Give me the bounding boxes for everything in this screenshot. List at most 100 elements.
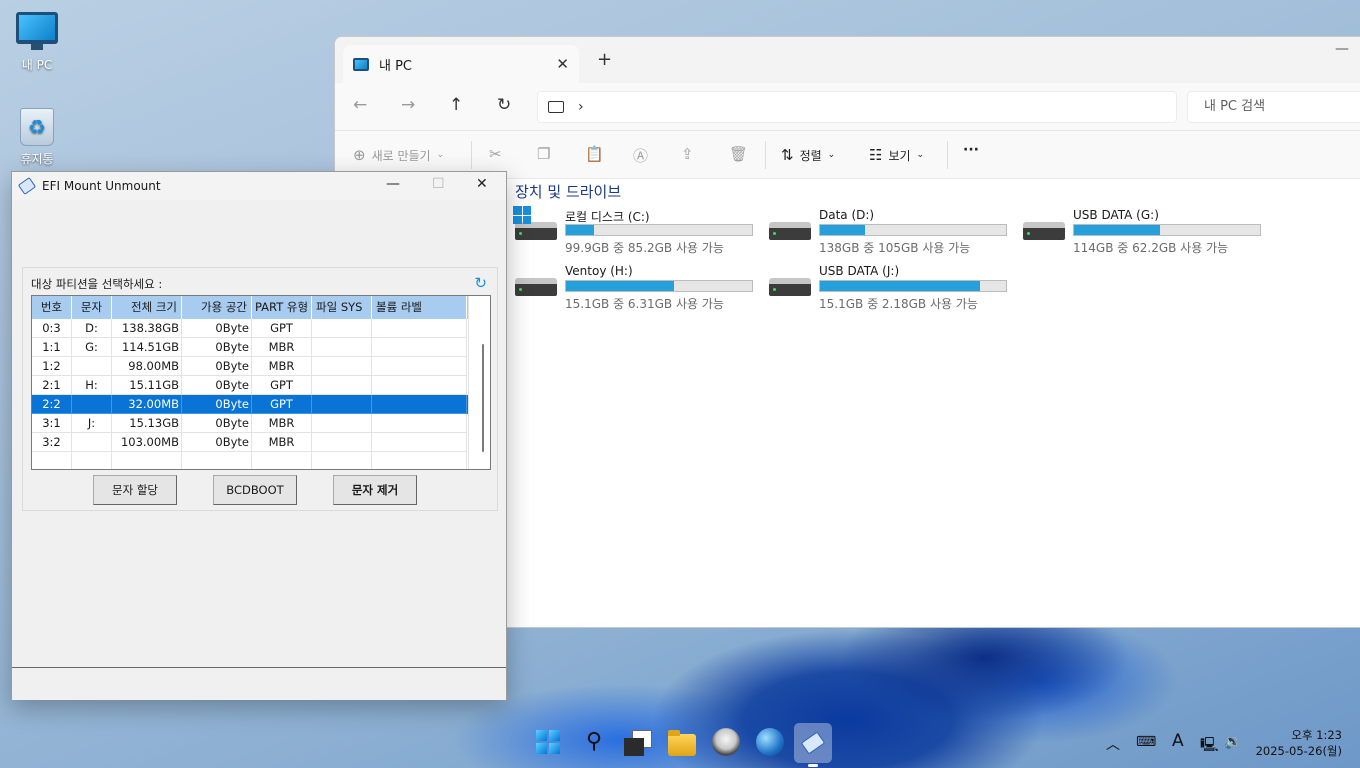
column-header[interactable]: 파일 SYS bbox=[312, 296, 372, 319]
assign-letter-button[interactable]: 문자 할당 bbox=[93, 475, 177, 505]
volume-icon[interactable]: 🔉 bbox=[1224, 734, 1241, 750]
table-cell: 2:1 bbox=[32, 376, 72, 395]
table-row[interactable]: 1:2 98.00MB 0Byte MBR bbox=[32, 357, 490, 376]
hard-drive-icon bbox=[515, 222, 557, 242]
tab-title: 내 PC bbox=[379, 58, 413, 74]
clock-time: 오후 1:23 bbox=[1291, 728, 1342, 742]
partition-list[interactable]: 번호 문자 전체 크기 가용 공간 PART 유형 파일 SYS 볼륨 라벨 0… bbox=[31, 295, 491, 470]
table-cell: 103.00MB bbox=[112, 433, 182, 452]
task-view-icon[interactable] bbox=[624, 728, 652, 756]
minimize-icon[interactable]: — bbox=[386, 176, 400, 192]
rename-icon[interactable]: Ⓐ bbox=[633, 145, 648, 166]
devices-section-title[interactable]: 장치 및 드라이브 bbox=[515, 181, 621, 202]
table-cell: 0Byte bbox=[182, 338, 252, 357]
table-row[interactable]: 2:1 H: 15.11GB 0Byte GPT bbox=[32, 376, 490, 395]
drive-item-c[interactable]: 로컬 디스크 (C:) 99.9GB 중 85.2GB 사용 가능 bbox=[513, 206, 755, 256]
more-options-button[interactable]: ··· bbox=[963, 142, 979, 158]
share-icon[interactable]: ⇪ bbox=[681, 145, 694, 163]
efi-app-taskbar-button[interactable] bbox=[794, 723, 832, 763]
refresh-icon[interactable]: ↻ bbox=[474, 274, 487, 292]
bcdboot-button[interactable]: BCDBOOT bbox=[213, 475, 297, 505]
forward-arrow-icon[interactable]: → bbox=[401, 95, 415, 115]
app-avatar-icon[interactable] bbox=[712, 728, 740, 756]
table-row[interactable]: 2:2 32.00MB 0Byte GPT bbox=[32, 395, 490, 414]
table-row[interactable] bbox=[32, 452, 490, 469]
paste-icon[interactable]: 📋 bbox=[585, 145, 604, 163]
drive-usage-fill bbox=[566, 225, 594, 235]
scrollbar-thumb[interactable] bbox=[482, 344, 484, 452]
drive-item-j[interactable]: USB DATA (J:) 15.1GB 중 2.18GB 사용 가능 bbox=[769, 264, 1009, 312]
column-header[interactable]: 가용 공간 bbox=[182, 296, 252, 319]
refresh-icon[interactable]: ↻ bbox=[497, 95, 511, 115]
ime-indicator[interactable]: A bbox=[1172, 731, 1184, 751]
table-row[interactable]: 3:1 J: 15.13GB 0Byte MBR bbox=[32, 414, 490, 433]
drive-item-d[interactable]: Data (D:) 138GB 중 105GB 사용 가능 bbox=[769, 208, 1009, 256]
drive-usage-bar bbox=[565, 280, 753, 292]
show-hidden-icons-chevron-icon[interactable]: ︿ bbox=[1106, 734, 1120, 754]
table-cell bbox=[312, 338, 372, 357]
close-icon[interactable]: ✕ bbox=[476, 176, 488, 192]
column-header[interactable]: 전체 크기 bbox=[112, 296, 182, 319]
vertical-scrollbar[interactable] bbox=[468, 296, 490, 469]
close-tab-icon[interactable]: ✕ bbox=[556, 55, 569, 73]
desktop-icon-recycle-bin[interactable]: ♻ 휴지통 bbox=[2, 108, 72, 167]
table-cell: H: bbox=[72, 376, 112, 395]
sort-arrows-icon: ⇅ bbox=[781, 146, 794, 164]
chevron-down-icon: ⌄ bbox=[436, 150, 445, 160]
table-row[interactable]: 1:1 G: 114.51GB 0Byte MBR bbox=[32, 338, 490, 357]
file-explorer-taskbar-icon[interactable] bbox=[668, 730, 696, 756]
breadcrumb-chevron-icon[interactable]: › bbox=[578, 99, 584, 115]
table-cell: 0Byte bbox=[182, 414, 252, 433]
search-icon[interactable]: ⚲ bbox=[580, 728, 608, 756]
minimize-icon[interactable]: — bbox=[1335, 41, 1349, 57]
up-arrow-icon[interactable]: ↑ bbox=[449, 95, 463, 115]
desktop-icon-label: 휴지통 bbox=[20, 152, 54, 166]
drive-item-h[interactable]: Ventoy (H:) 15.1GB 중 6.31GB 사용 가능 bbox=[515, 264, 755, 312]
partition-group-label: 대상 파티션을 선택하세요 : bbox=[31, 277, 163, 291]
drive-item-g[interactable]: USB DATA (G:) 114GB 중 62.2GB 사용 가능 bbox=[1023, 208, 1263, 256]
explorer-tab[interactable]: 내 PC ✕ bbox=[343, 45, 579, 83]
table-cell: 3:1 bbox=[32, 414, 72, 433]
column-header[interactable]: PART 유형 bbox=[252, 296, 312, 319]
table-cell: 1:1 bbox=[32, 338, 72, 357]
browser-globe-icon[interactable] bbox=[756, 728, 784, 756]
new-button[interactable]: ⊕ 새로 만들기 ⌄ bbox=[353, 146, 444, 164]
table-cell bbox=[372, 433, 467, 452]
new-tab-icon[interactable]: + bbox=[597, 49, 612, 70]
table-cell bbox=[312, 376, 372, 395]
sort-button[interactable]: ⇅ 정렬 ⌄ bbox=[781, 146, 835, 164]
copy-icon[interactable]: ❐ bbox=[537, 145, 550, 163]
table-cell bbox=[372, 357, 467, 376]
partition-list-header: 번호 문자 전체 크기 가용 공간 PART 유형 파일 SYS 볼륨 라벨 bbox=[32, 296, 490, 319]
keyboard-icon[interactable]: ⌨ bbox=[1136, 734, 1156, 750]
remove-letter-button[interactable]: 문자 제거 bbox=[333, 475, 417, 505]
drive-usage-bar bbox=[565, 224, 753, 236]
status-bar bbox=[12, 667, 506, 700]
partition-list-body: 0:3 D: 138.38GB 0Byte GPT 1:1 G: 114.51GB 0Byte M… bbox=[32, 319, 490, 469]
network-icon[interactable]: 🖳 bbox=[1200, 734, 1219, 758]
table-cell bbox=[72, 433, 112, 452]
drive-usage-bar bbox=[819, 280, 1007, 292]
column-header[interactable]: 볼륨 라벨 bbox=[372, 296, 467, 319]
table-row[interactable]: 0:3 D: 138.38GB 0Byte GPT bbox=[32, 319, 490, 338]
cut-icon[interactable]: ✂ bbox=[489, 145, 502, 163]
view-button[interactable]: ☷ 보기 ⌄ bbox=[869, 146, 924, 164]
system-clock[interactable]: 오후 1:23 2025-05-26(월) bbox=[1256, 727, 1342, 759]
table-row[interactable]: 3:2 103.00MB 0Byte MBR bbox=[32, 433, 490, 452]
address-bar[interactable]: › bbox=[537, 91, 1177, 123]
desktop-icon-my-pc[interactable]: 내 PC bbox=[2, 12, 72, 73]
explorer-navigation-bar: ← → ↑ ↻ › 내 PC 검색 bbox=[335, 83, 1360, 131]
search-input[interactable]: 내 PC 검색 bbox=[1187, 91, 1360, 123]
hard-drive-icon bbox=[769, 278, 811, 298]
start-button[interactable] bbox=[534, 728, 562, 756]
table-cell: 0Byte bbox=[182, 395, 252, 414]
drive-space-text: 15.1GB 중 2.18GB 사용 가능 bbox=[819, 297, 978, 311]
column-header[interactable]: 번호 bbox=[32, 296, 72, 319]
table-cell bbox=[372, 452, 467, 469]
table-cell: 98.00MB bbox=[112, 357, 182, 376]
column-header[interactable]: 문자 bbox=[72, 296, 112, 319]
table-cell: MBR bbox=[252, 433, 312, 452]
delete-icon[interactable]: 🗑 bbox=[729, 145, 748, 163]
table-cell: 0Byte bbox=[182, 376, 252, 395]
back-arrow-icon[interactable]: ← bbox=[353, 95, 367, 115]
